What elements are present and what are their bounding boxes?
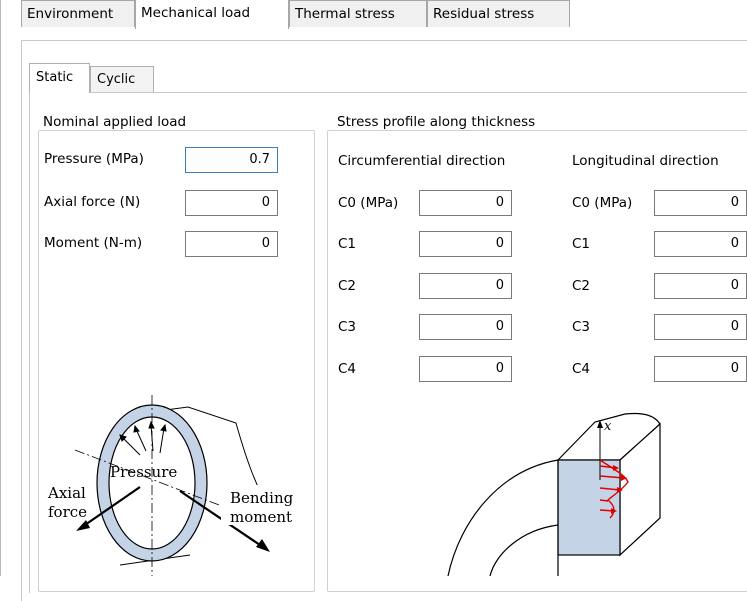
c0-circ-input[interactable]: 0	[419, 190, 512, 216]
c2-circ-label: C2	[338, 278, 357, 294]
pressure-fig-label: Pressure	[110, 463, 177, 481]
bending-fig-label: Bending	[230, 489, 294, 507]
c4-long-input[interactable]: 0	[654, 356, 747, 382]
window-left-border	[0, 0, 1, 576]
tab-environment[interactable]: Environment	[21, 0, 135, 27]
moment-fig-label: moment	[230, 508, 292, 526]
moment-label: Moment (N-m)	[44, 235, 143, 251]
pipe-load-diagram: Pressure Axial force Bending moment	[47, 395, 299, 576]
axial-force-label: Axial force (N)	[44, 194, 141, 210]
pressure-label: Pressure (MPa)	[44, 151, 144, 167]
c3-circ-label: C3	[338, 319, 357, 335]
longitudinal-title: Longitudinal direction	[572, 153, 719, 169]
moment-input[interactable]: 0	[185, 231, 278, 257]
c1-long-label: C1	[572, 236, 591, 252]
c3-circ-input[interactable]: 0	[419, 314, 512, 340]
c0-circ-label: C0 (MPa)	[338, 195, 399, 211]
tab-residual-stress[interactable]: Residual stress	[427, 0, 570, 27]
subtab-cyclic[interactable]: Cyclic	[90, 66, 154, 92]
c3-long-label: C3	[572, 319, 591, 335]
c4-long-label: C4	[572, 361, 591, 377]
c0-long-input[interactable]: 0	[654, 190, 747, 216]
tab-thermal-stress[interactable]: Thermal stress	[289, 0, 427, 27]
pressure-input[interactable]: 0.7	[185, 147, 278, 173]
c1-long-input[interactable]: 0	[654, 231, 747, 257]
c2-circ-input[interactable]: 0	[419, 273, 512, 299]
c2-long-input[interactable]: 0	[654, 273, 747, 299]
c1-circ-label: C1	[338, 236, 357, 252]
subtab-static[interactable]: Static	[29, 63, 90, 93]
c4-circ-label: C4	[338, 361, 357, 377]
x-axis-label: x	[604, 419, 612, 434]
stress-profile-diagram: x	[447, 412, 661, 576]
force-fig-label: force	[48, 503, 87, 521]
c1-circ-input[interactable]: 0	[419, 231, 512, 257]
axial-force-input[interactable]: 0	[185, 190, 278, 216]
c0-long-label: C0 (MPa)	[572, 195, 633, 211]
tab-mechanical-load[interactable]: Mechanical load	[135, 0, 289, 29]
c4-circ-input[interactable]: 0	[419, 356, 512, 382]
nominal-load-title: Nominal applied load	[40, 114, 190, 130]
circumferential-title: Circumferential direction	[338, 153, 506, 169]
stress-profile-title: Stress profile along thickness	[334, 114, 539, 130]
axial-fig-label: Axial	[47, 484, 86, 502]
c3-long-input[interactable]: 0	[654, 314, 747, 340]
c2-long-label: C2	[572, 278, 591, 294]
